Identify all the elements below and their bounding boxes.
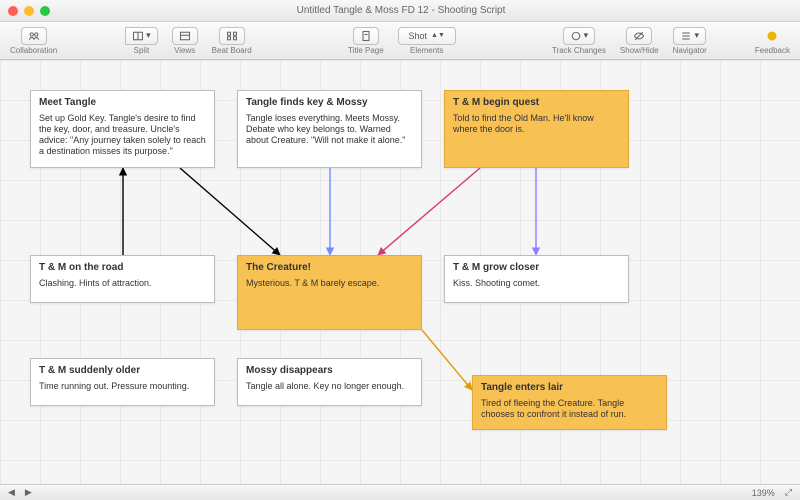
track-changes-icon	[570, 30, 582, 42]
beat-card-title: T & M suddenly older	[39, 365, 206, 378]
connection-arrow	[378, 168, 480, 255]
beat-card-title: T & M on the road	[39, 262, 206, 275]
window-title: Untitled Tangle & Moss FD 12 - Shooting …	[50, 5, 752, 16]
views-icon	[179, 30, 191, 42]
feedback-label: Feedback	[755, 46, 790, 55]
navigator-icon	[680, 30, 692, 42]
beat-card-title: The Creature!	[246, 262, 413, 275]
beat-card-body: Time running out. Pressure mounting.	[39, 381, 206, 392]
status-bar: ◀ ▶ 139% ⤢	[0, 484, 800, 500]
beat-card-enters-lair[interactable]: Tangle enters lair Tired of fleeing the C…	[472, 375, 667, 430]
window-titlebar: Untitled Tangle & Moss FD 12 - Shooting …	[0, 0, 800, 22]
navigator-button[interactable]: ▾	[673, 27, 706, 45]
minimize-window-button[interactable]	[24, 6, 34, 16]
beat-card-body: Clashing. Hints of attraction.	[39, 278, 206, 289]
beat-card-title: Tangle enters lair	[481, 382, 658, 395]
collaboration-icon	[28, 30, 40, 42]
zoom-level[interactable]: 139%	[752, 488, 775, 498]
views-label: Views	[174, 46, 195, 55]
beat-card-body: Kiss. Shooting comet.	[453, 278, 620, 289]
beat-card-body: Tired of fleeing the Creature. Tangle ch…	[481, 398, 658, 421]
beat-card-grow-closer[interactable]: T & M grow closer Kiss. Shooting comet.	[444, 255, 629, 303]
element-type-value: Shot	[409, 31, 428, 41]
zoom-window-button[interactable]	[40, 6, 50, 16]
split-icon	[132, 30, 144, 42]
connection-arrow	[180, 168, 280, 255]
close-window-button[interactable]	[8, 6, 18, 16]
split-label: Split	[134, 46, 150, 55]
track-changes-label: Track Changes	[552, 46, 606, 55]
feedback-button[interactable]	[760, 27, 784, 45]
title-page-icon	[360, 30, 372, 42]
collaboration-label: Collaboration	[10, 46, 57, 55]
beat-card-creature[interactable]: The Creature! Mysterious. T & M barely es…	[237, 255, 422, 330]
title-page-label: Title Page	[348, 46, 384, 55]
window-controls	[8, 6, 50, 16]
element-type-select[interactable]: Shot ▲▼	[398, 27, 456, 45]
beat-card-mossy-disappears[interactable]: Mossy disappears Tangle all alone. Key no…	[237, 358, 422, 406]
toolbar: Collaboration ▾ Split Views Beat Board T…	[0, 22, 800, 60]
beat-card-on-road[interactable]: T & M on the road Clashing. Hints of attr…	[30, 255, 215, 303]
beat-card-title: T & M begin quest	[453, 97, 620, 110]
beat-card-body: Set up Gold Key. Tangle's desire to find…	[39, 113, 206, 158]
beat-card-title: Meet Tangle	[39, 97, 206, 110]
beat-card-body: Tangle all alone. Key no longer enough.	[246, 381, 413, 392]
beat-card-title: T & M grow closer	[453, 262, 620, 275]
status-back-button[interactable]: ◀	[8, 487, 15, 498]
beat-board-icon	[226, 30, 238, 42]
beat-board-label: Beat Board	[212, 46, 252, 55]
show-hide-label: Show/Hide	[620, 46, 659, 55]
track-changes-button[interactable]: ▾	[563, 27, 596, 45]
beat-card-suddenly-older[interactable]: T & M suddenly older Time running out. Pr…	[30, 358, 215, 406]
beat-card-title: Mossy disappears	[246, 365, 413, 378]
navigator-label: Navigator	[673, 46, 707, 55]
elements-label: Elements	[410, 46, 443, 55]
connection-arrow	[422, 330, 472, 390]
status-forward-button[interactable]: ▶	[25, 487, 32, 498]
show-hide-icon	[633, 30, 645, 42]
beat-card-body: Tangle loses everything. Meets Mossy. De…	[246, 113, 413, 147]
collaboration-button[interactable]	[21, 27, 47, 45]
beat-card-finds-key[interactable]: Tangle finds key & Mossy Tangle loses eve…	[237, 90, 422, 168]
split-button[interactable]: ▾	[125, 27, 158, 45]
title-page-button[interactable]	[353, 27, 379, 45]
beat-board-canvas[interactable]: Meet Tangle Set up Gold Key. Tangle's des…	[0, 60, 800, 484]
beat-board-button[interactable]	[219, 27, 245, 45]
beat-card-body: Told to find the Old Man. He'll know whe…	[453, 113, 620, 136]
feedback-icon	[766, 30, 778, 42]
beat-card-meet-tangle[interactable]: Meet Tangle Set up Gold Key. Tangle's des…	[30, 90, 215, 168]
zoom-fit-icon[interactable]: ⤢	[785, 487, 792, 498]
beat-card-body: Mysterious. T & M barely escape.	[246, 278, 413, 289]
show-hide-button[interactable]	[626, 27, 652, 45]
beat-card-begin-quest[interactable]: T & M begin quest Told to find the Old Ma…	[444, 90, 629, 168]
beat-card-title: Tangle finds key & Mossy	[246, 97, 413, 110]
views-button[interactable]	[172, 27, 198, 45]
